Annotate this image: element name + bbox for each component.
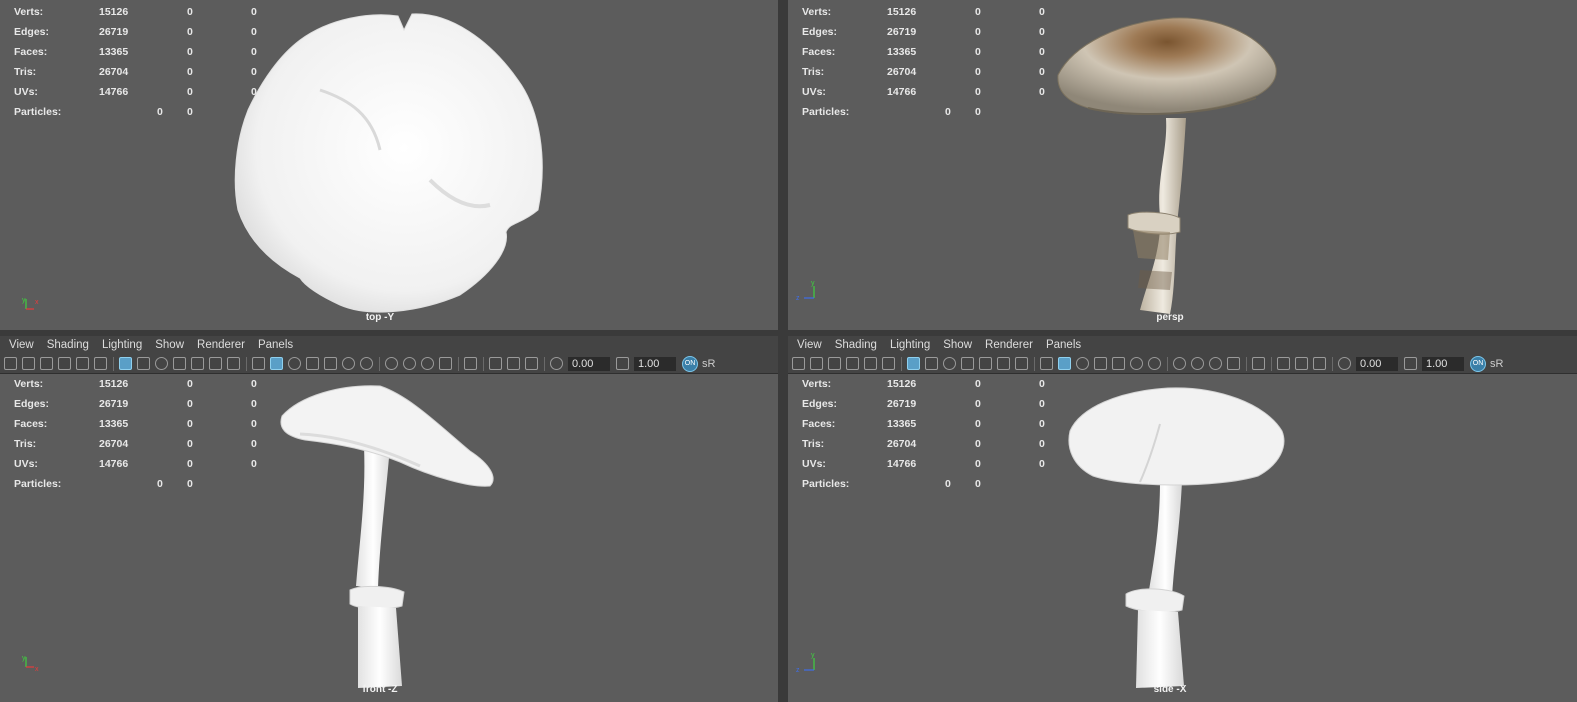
mushroom-front-model bbox=[280, 385, 494, 688]
vertical-pane-splitter[interactable] bbox=[778, 0, 788, 702]
axis-z-label: z bbox=[796, 295, 800, 300]
camera-label-side: side -X bbox=[1153, 684, 1187, 695]
axis-y-label: y bbox=[22, 297, 26, 304]
camera-label-top: top -Y bbox=[365, 312, 395, 323]
axis-y-label: y bbox=[811, 280, 815, 287]
axis-y-label: y bbox=[22, 655, 26, 662]
viewport-side[interactable]: View Shading Lighting Show Renderer Pane… bbox=[788, 336, 1577, 702]
axis-x-label: x bbox=[35, 666, 39, 672]
camera-label-persp: persp bbox=[1156, 312, 1184, 323]
axis-gizmo: y z bbox=[796, 280, 815, 300]
mushroom-side-model bbox=[1068, 387, 1285, 688]
viewport-top[interactable]: Verts: 15126 0 0 Edges: 26719 0 0 Faces: 13365 0… bbox=[0, 0, 778, 330]
axis-z-label: z bbox=[796, 667, 800, 672]
axis-gizmo: y z bbox=[796, 652, 815, 672]
axis-x-label: x bbox=[35, 299, 39, 306]
axis-gizmo: y x bbox=[22, 655, 39, 672]
viewport-persp[interactable]: Verts: 15126 0 0 Edges: 26719 0 0 Faces: 13365 0… bbox=[788, 0, 1577, 330]
camera-label-front: front -Z bbox=[362, 684, 398, 695]
viewport-front[interactable]: View Shading Lighting Show Renderer Pane… bbox=[0, 336, 778, 702]
axis-gizmo: y x bbox=[22, 297, 39, 310]
axis-y-label: y bbox=[811, 652, 815, 659]
